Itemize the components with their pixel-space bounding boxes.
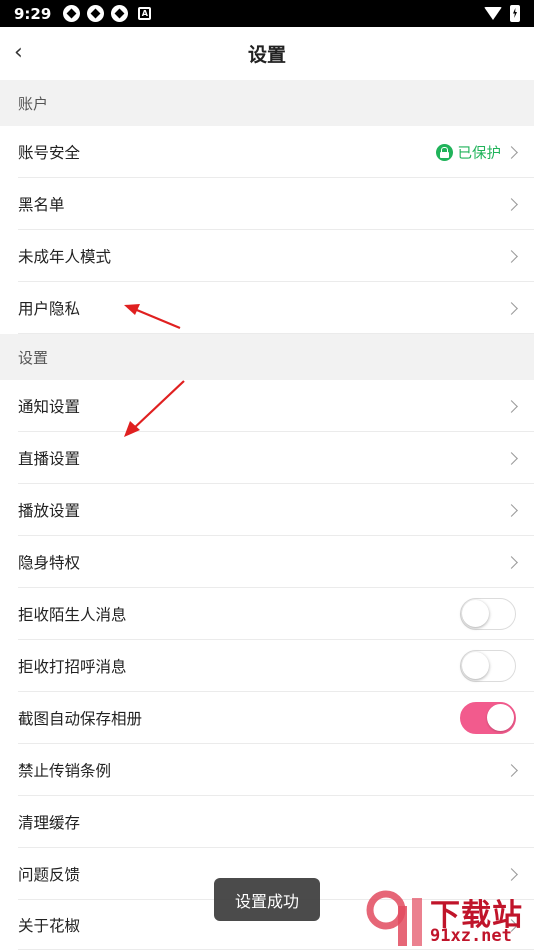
settings-item-auto-save-screenshots: 截图自动保存相册 — [0, 692, 534, 744]
settings-item-label: 拒收陌生人消息 — [18, 606, 127, 624]
back-arrow-icon[interactable]: ‹ — [14, 42, 34, 64]
app-notification-icon — [63, 5, 81, 22]
toast-message: 设置成功 — [214, 878, 320, 921]
reject-greeting-toggle[interactable] — [460, 650, 516, 682]
chevron-right-icon — [505, 763, 518, 777]
settings-item-label: 清理缓存 — [18, 814, 81, 832]
lock-icon — [435, 143, 453, 161]
a-notification-icon: A — [138, 7, 152, 20]
watermark-logo: 下载站 91xz.net — [364, 888, 534, 950]
settings-item-label: 播放设置 — [18, 502, 81, 520]
settings-item-label: 问题反馈 — [18, 866, 81, 884]
settings-item-label: 账号安全 — [18, 144, 81, 162]
chevron-right-icon — [505, 197, 518, 211]
chevron-right-icon — [505, 867, 518, 881]
settings-item-playback[interactable]: 播放设置 — [0, 484, 534, 536]
wifi-icon — [484, 7, 502, 20]
settings-item-account-security[interactable]: 账号安全 已保护 — [0, 126, 534, 178]
status-time: 9:29 — [14, 4, 52, 23]
chevron-right-icon — [505, 451, 518, 465]
annotation-arrow-icon — [124, 380, 185, 437]
section-header-settings: 设置 — [0, 334, 534, 380]
auto-save-screenshot-toggle[interactable] — [460, 702, 516, 734]
settings-item-invisible-privilege[interactable]: 隐身特权 — [0, 536, 534, 588]
settings-item-minor-mode[interactable]: 未成年人模式 — [0, 230, 534, 282]
settings-item-label: 通知设置 — [18, 398, 81, 416]
toggle-knob — [462, 600, 489, 627]
chevron-right-icon — [505, 503, 518, 517]
annotation-arrow-icon — [124, 304, 181, 330]
settings-item-user-privacy[interactable]: 用户隐私 — [0, 282, 534, 334]
app-notification-icon — [87, 5, 105, 22]
app-header: ‹ 设置 — [0, 27, 534, 80]
app-notification-icon — [111, 5, 129, 22]
chevron-right-icon — [505, 555, 518, 569]
chevron-right-icon — [505, 145, 518, 159]
settings-item-live[interactable]: 直播设置 — [0, 432, 534, 484]
settings-item-label: 未成年人模式 — [18, 248, 112, 266]
battery-charging-icon — [510, 5, 520, 22]
settings-item-label: 用户隐私 — [18, 300, 81, 318]
settings-item-reject-greeting-messages: 拒收打招呼消息 — [0, 640, 534, 692]
settings-item-label: 截图自动保存相册 — [18, 710, 143, 728]
settings-item-clear-cache[interactable]: 清理缓存 — [0, 796, 534, 848]
settings-item-label: 黑名单 — [18, 196, 65, 214]
protected-status-text: 已保护 — [457, 145, 502, 162]
settings-item-label: 直播设置 — [18, 450, 81, 468]
chevron-right-icon — [505, 249, 518, 263]
page-title: 设置 — [247, 44, 286, 66]
settings-item-label: 关于花椒 — [18, 917, 81, 935]
toggle-knob — [462, 652, 489, 679]
chevron-right-icon — [505, 399, 518, 413]
settings-item-label: 禁止传销条例 — [18, 762, 112, 780]
settings-item-blacklist[interactable]: 黑名单 — [0, 178, 534, 230]
settings-item-anti-mlm-rules[interactable]: 禁止传销条例 — [0, 744, 534, 796]
settings-item-label: 隐身特权 — [18, 554, 81, 572]
watermark-logo-icon — [366, 890, 422, 946]
settings-item-notifications[interactable]: 通知设置 — [0, 380, 534, 432]
status-bar: 9:29 A — [0, 0, 534, 27]
toggle-knob — [487, 704, 514, 731]
watermark-url: 91xz.net — [430, 926, 512, 946]
chevron-right-icon — [505, 301, 518, 315]
protected-status-badge: 已保护 — [435, 142, 502, 163]
settings-item-reject-stranger-messages: 拒收陌生人消息 — [0, 588, 534, 640]
section-title: 设置 — [18, 348, 49, 367]
reject-stranger-toggle[interactable] — [460, 598, 516, 630]
section-header-account: 账户 — [0, 80, 534, 126]
section-title: 账户 — [18, 94, 49, 113]
settings-item-label: 拒收打招呼消息 — [18, 658, 127, 676]
toast-text: 设置成功 — [234, 891, 299, 911]
